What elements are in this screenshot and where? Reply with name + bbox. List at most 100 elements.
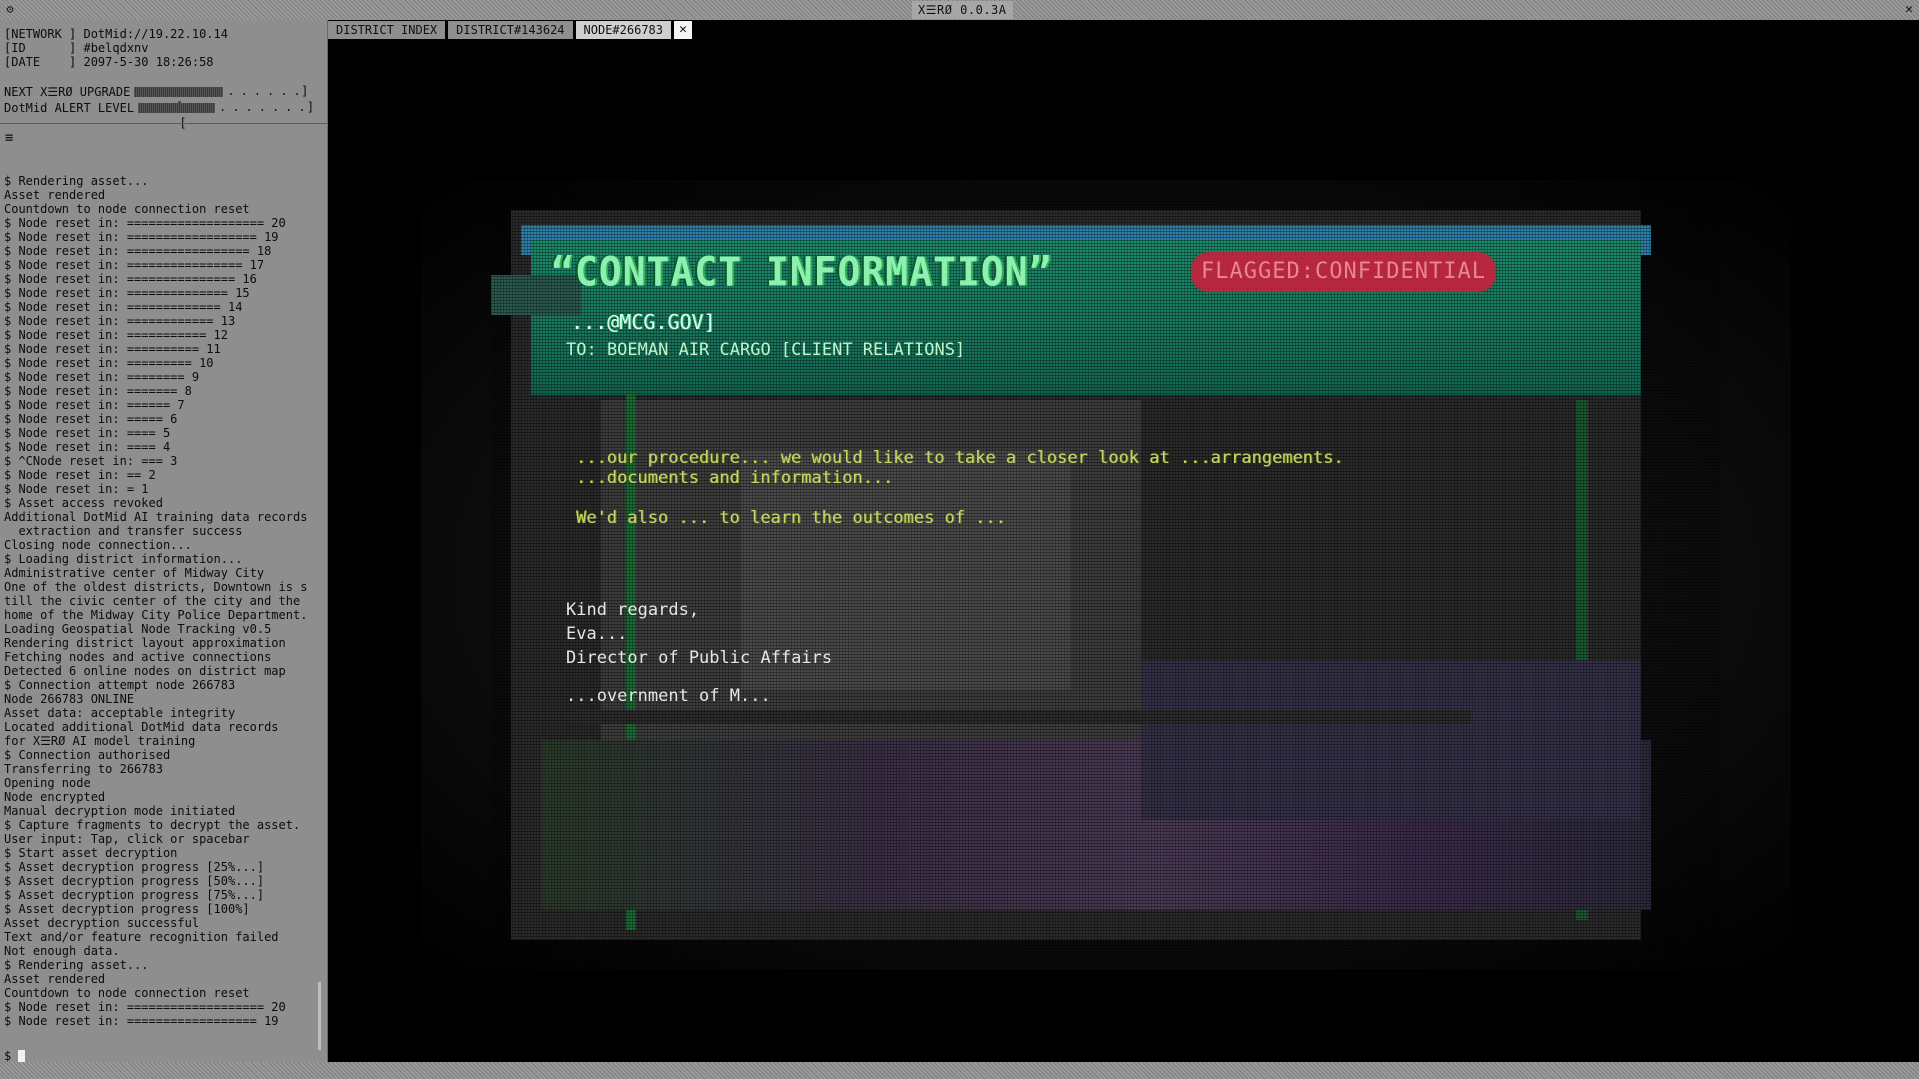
terminal-panel: [NETWORK ] DotMid://19.22.10.14 [ID ] #b… — [0, 20, 328, 1063]
log-line: Asset rendered — [4, 188, 106, 202]
log-line: $ Node reset in: ===== 6 — [4, 412, 178, 426]
log-line: $ Asset decryption progress [25%...] — [4, 860, 265, 874]
log-line: $ Asset access revoked — [4, 496, 163, 510]
log-line: Fetching nodes and active connections — [4, 650, 272, 664]
log-line: Closing node connection... — [4, 538, 192, 552]
asset-purple-block — [1141, 660, 1641, 820]
log-line: $ Node reset in: ======= 8 — [4, 384, 192, 398]
log-line: $ Node reset in: ========== 11 — [4, 342, 221, 356]
log-line: Transferring to 266783 — [4, 762, 163, 776]
prompt-symbol: $ — [4, 1049, 19, 1063]
command-prompt[interactable]: $ — [4, 1049, 26, 1063]
asset-signature-line: Kind regards, — [566, 600, 700, 620]
log-line: $ Node reset in: ================== 19 — [4, 1014, 279, 1028]
tab-district-index[interactable]: DISTRICT INDEX — [328, 21, 446, 39]
log-line: Countdown to node connection reset — [4, 202, 250, 216]
log-line: $ Node reset in: ============= 14 — [4, 300, 243, 314]
log-scrollbar[interactable] — [318, 982, 321, 1050]
id-value: #belqdxnv — [83, 41, 149, 55]
log-line: $ Connection authorised — [4, 748, 171, 762]
log-line: $ Node reset in: ======== 9 — [4, 370, 200, 384]
system-info: [NETWORK ] DotMid://19.22.10.14 [ID ] #b… — [4, 27, 228, 69]
status-bar — [0, 1062, 1919, 1079]
upgrade-meter-dots: ...... — [227, 84, 307, 98]
asset-noise-strip — [571, 710, 1471, 724]
log-line: Asset decryption successful — [4, 916, 200, 930]
decrypted-asset: “CONTACT INFORMATION” FLAGGED:CONFIDENTI… — [421, 180, 1791, 970]
log-line: $ Loading district information... — [4, 552, 243, 566]
log-line: $ ^CNode reset in: === 3 — [4, 454, 178, 468]
log-line: $ Node reset in: =============== 16 — [4, 272, 257, 286]
asset-title: “CONTACT INFORMATION” — [551, 248, 1053, 296]
log-line: Countdown to node connection reset — [4, 986, 250, 1000]
alert-meter: [.......] — [136, 100, 314, 130]
log-line: $ Node reset in: ================== 19 — [4, 230, 279, 244]
asset-email: ...@MCG.GOV] — [571, 310, 716, 334]
log-line: Not enough data. — [4, 944, 120, 958]
asset-recipient: TO: BOEMAN AIR CARGO [CLIENT RELATIONS] — [566, 340, 966, 360]
log-line: $ Capture fragments to decrypt the asset… — [4, 818, 301, 832]
log-line: $ Node reset in: =================== 20 — [4, 216, 286, 230]
upgrade-label: NEXT X☰RØ UPGRADE — [4, 85, 131, 99]
log-line: Text and/or feature recognition failed — [4, 930, 279, 944]
upgrade-meter-row: NEXT X☰RØ UPGRADE [......] — [4, 84, 310, 114]
alert-meter-dots: ....... — [219, 100, 312, 114]
log-line: Asset data: acceptable integrity — [4, 706, 236, 720]
log-line: Administrative center of Midway City — [4, 566, 265, 580]
log-line: $ Node reset in: ================ 17 — [4, 258, 265, 272]
log-line: $ Node reset in: = 1 — [4, 482, 149, 496]
log-line: $ Node reset in: =================== 20 — [4, 1000, 286, 1014]
log-line: $ Asset decryption progress [50%...] — [4, 874, 265, 888]
network-label: [NETWORK ] — [4, 27, 77, 41]
tab-node-266783[interactable]: NODE#266783 — [575, 21, 672, 39]
log-line: Opening node — [4, 776, 91, 790]
log-line: extraction and transfer success — [4, 524, 243, 538]
tab-district-143624[interactable]: DISTRICT#143624 — [448, 21, 573, 39]
upgrade-meter: [......] — [132, 84, 308, 114]
log-line: $ Node reset in: =========== 12 — [4, 328, 228, 342]
log-line: $ Node reset in: ============== 15 — [4, 286, 250, 300]
log-line: $ Asset decryption progress [75%...] — [4, 888, 265, 902]
log-line: $ Node reset in: ================= 18 — [4, 244, 272, 258]
close-icon[interactable]: ✕ — [1901, 1, 1917, 18]
log-line: $ Node reset in: == 2 — [4, 468, 156, 482]
asset-body-line: ...our procedure... we would like to tak… — [576, 448, 1344, 468]
asset-viewer[interactable]: “CONTACT INFORMATION” FLAGGED:CONFIDENTI… — [328, 40, 1919, 1062]
gear-icon[interactable]: ⚙ — [2, 1, 18, 18]
log-line: Loading Geospatial Node Tracking v0.5 — [4, 622, 272, 636]
log-line: $ Node reset in: ==== 4 — [4, 440, 171, 454]
asset-body-line: ...documents and information... — [576, 468, 894, 488]
asset-body-line: We'd also ... to learn the outcomes of .… — [576, 508, 1006, 528]
log-line: $ Connection attempt node 266783 — [4, 678, 236, 692]
text-cursor — [18, 1050, 26, 1062]
asset-signature-line: ...overnment of M... — [566, 686, 771, 706]
date-label: [DATE ] — [4, 55, 77, 69]
hamburger-menu-icon[interactable]: ≡ — [5, 130, 13, 146]
alert-meter-fill — [138, 103, 216, 113]
log-line: $ Rendering asset... — [4, 958, 149, 972]
upgrade-meter-fill — [134, 87, 224, 97]
log-line: $ Node reset in: ==== 5 — [4, 426, 171, 440]
log-line: Located additional DotMid data records — [4, 720, 279, 734]
asset-signature-line: Eva... — [566, 624, 628, 644]
title-bar: ⚙ X☰RØ 0.0.3A ✕ — [0, 0, 1919, 20]
terminal-log: $ Rendering asset... Asset rendered Countd… — [4, 174, 316, 1028]
log-line: $ Node reset in: ====== 7 — [4, 398, 185, 412]
log-line: $ Start asset decryption — [4, 846, 178, 860]
panel-divider — [0, 123, 327, 124]
log-line: Node encrypted — [4, 790, 106, 804]
log-line: One of the oldest districts, Downtown is… — [4, 580, 308, 594]
log-line: User input: Tap, click or spacebar — [4, 832, 250, 846]
id-label: [ID ] — [4, 41, 77, 55]
close-tab-icon[interactable]: ✕ — [674, 21, 693, 39]
log-line: Detected 6 online nodes on district map — [4, 664, 286, 678]
log-line: Node 266783 ONLINE — [4, 692, 135, 706]
date-value: 2097-5-30 18:26:58 — [83, 55, 214, 69]
log-line: Manual decryption mode initiated — [4, 804, 236, 818]
log-line: till the civic center of the city and th… — [4, 594, 301, 608]
tab-bar: DISTRICT INDEX DISTRICT#143624 NODE#2667… — [328, 20, 693, 40]
log-line: $ Node reset in: ============ 13 — [4, 314, 236, 328]
log-line: $ Rendering asset... — [4, 174, 149, 188]
alert-meter-row: DotMid ALERT LEVEL [.......] — [4, 100, 316, 130]
log-line: home of the Midway City Police Departmen… — [4, 608, 308, 622]
